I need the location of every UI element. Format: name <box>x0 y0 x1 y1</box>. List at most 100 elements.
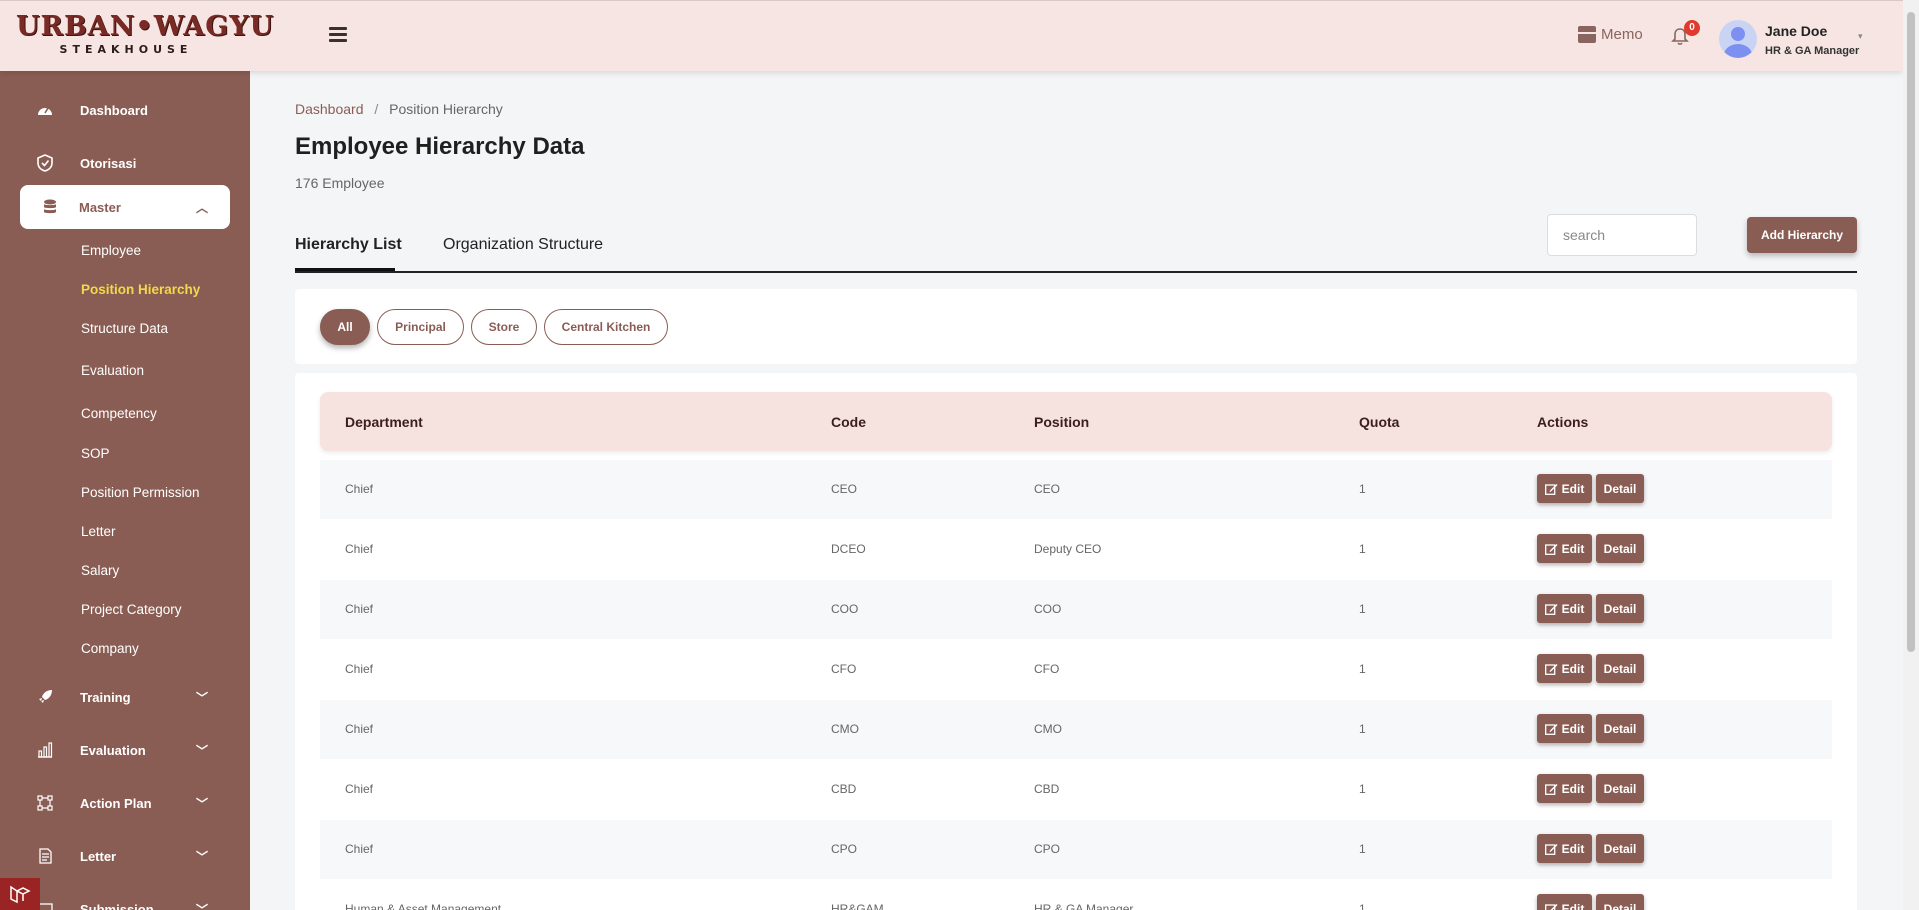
add-hierarchy-button[interactable]: Add Hierarchy <box>1747 217 1857 253</box>
sidebar-subitem-company[interactable]: Company <box>81 641 139 656</box>
edit-button[interactable]: Edit <box>1537 894 1592 910</box>
top-bar: URBAN•WAGYU STEAKHOUSE Memo 0 Jane Doe H… <box>0 0 1903 71</box>
detail-button[interactable]: Detail <box>1596 774 1644 803</box>
filter-all-button[interactable]: All <box>320 309 370 345</box>
box-icon <box>1578 26 1596 43</box>
edit-label: Edit <box>1561 721 1585 736</box>
column-header-actions: Actions <box>1537 414 1589 430</box>
table-row: Chief CMO CMO 1 Edit Detail <box>320 700 1832 759</box>
sidebar-item-submission[interactable]: Submission ﹀ <box>36 900 214 910</box>
edit-icon <box>1544 483 1558 495</box>
detail-label: Detail <box>1603 781 1637 796</box>
tab-hierarchy-list[interactable]: Hierarchy List <box>295 236 402 254</box>
memo-label: Memo <box>1601 26 1643 43</box>
user-menu-caret-icon[interactable]: ▾ <box>1858 31 1863 42</box>
cell-code: HR&GAM <box>831 902 884 910</box>
cell-department: Chief <box>345 662 374 676</box>
cell-department: Chief <box>345 722 374 736</box>
edit-icon <box>1544 723 1558 735</box>
detail-button[interactable]: Detail <box>1596 534 1644 563</box>
edit-button[interactable]: Edit <box>1537 774 1592 803</box>
search-input[interactable] <box>1547 214 1697 256</box>
sidebar-item-dashboard[interactable]: Dashboard <box>36 101 148 119</box>
user-name[interactable]: Jane Doe <box>1765 23 1827 39</box>
scrollbar-thumb[interactable] <box>1907 12 1915 652</box>
bar-chart-icon <box>36 741 54 759</box>
sidebar-item-label: Letter <box>80 848 117 864</box>
table-row: Human & Asset Management HR&GAM HR & GA Ma… <box>320 880 1832 910</box>
cell-department: Chief <box>345 842 374 856</box>
edit-icon <box>1544 843 1558 855</box>
sidebar-subitem-competency[interactable]: Competency <box>81 406 157 421</box>
framework-logo-icon[interactable] <box>0 878 40 910</box>
sidebar-subitem-project-category[interactable]: Project Category <box>81 602 182 617</box>
page-scrollbar[interactable] <box>1903 0 1919 910</box>
detail-button[interactable]: Detail <box>1596 594 1644 623</box>
hierarchy-table: Department Code Position Quota Actions C… <box>295 373 1857 910</box>
edit-label: Edit <box>1561 661 1585 676</box>
sidebar-item-action-plan[interactable]: Action Plan ﹀ <box>36 794 214 812</box>
chevron-down-icon: ﹀ <box>196 743 209 758</box>
table-row: Chief CBD CBD 1 Edit Detail <box>320 760 1832 819</box>
detail-button[interactable]: Detail <box>1596 834 1644 863</box>
sidebar-subitem-position-permission[interactable]: Position Permission <box>81 485 200 500</box>
detail-label: Detail <box>1603 841 1637 856</box>
tab-organization-structure[interactable]: Organization Structure <box>443 236 603 254</box>
breadcrumb-separator: / <box>374 101 379 117</box>
filter-principal-button[interactable]: Principal <box>377 309 464 345</box>
chevron-up-icon: ︿ <box>196 200 209 215</box>
sidebar-item-otorisasi[interactable]: Otorisasi <box>36 154 136 172</box>
sidebar-subitem-employee[interactable]: Employee <box>81 243 141 258</box>
edit-button[interactable]: Edit <box>1537 474 1592 503</box>
filter-central-kitchen-button[interactable]: Central Kitchen <box>544 309 668 345</box>
rocket-icon <box>36 688 54 706</box>
breadcrumb-current: Position Hierarchy <box>389 101 503 117</box>
cell-position: COO <box>1034 602 1062 616</box>
sidebar-item-training[interactable]: Training ﹀ <box>36 688 214 706</box>
notification-button[interactable]: 0 <box>1671 20 1700 46</box>
cell-position: CMO <box>1034 722 1062 736</box>
sidebar-item-label: Master <box>79 199 121 215</box>
edit-button[interactable]: Edit <box>1537 594 1592 623</box>
detail-label: Detail <box>1603 661 1637 676</box>
edit-button[interactable]: Edit <box>1537 654 1592 683</box>
detail-button[interactable]: Detail <box>1596 474 1644 503</box>
cell-department: Chief <box>345 542 374 556</box>
cell-code: CFO <box>831 662 857 676</box>
column-header-code: Code <box>831 414 866 430</box>
sidebar-subitem-evaluation[interactable]: Evaluation <box>81 363 144 378</box>
edit-button[interactable]: Edit <box>1537 534 1592 563</box>
sidebar-subitem-letter[interactable]: Letter <box>81 524 116 539</box>
cell-code: CPO <box>831 842 858 856</box>
sidebar-subitem-salary[interactable]: Salary <box>81 563 119 578</box>
sidebar-item-label: Submission <box>80 901 154 910</box>
sidebar-item-label: Action Plan <box>80 795 152 811</box>
sidebar-subitem-structure-data[interactable]: Structure Data <box>81 321 168 336</box>
detail-button[interactable]: Detail <box>1596 654 1644 683</box>
user-avatar[interactable] <box>1719 20 1757 58</box>
edit-button[interactable]: Edit <box>1537 714 1592 743</box>
chevron-down-icon: ﹀ <box>196 849 209 864</box>
edit-button[interactable]: Edit <box>1537 834 1592 863</box>
breadcrumb-dashboard-link[interactable]: Dashboard <box>295 101 364 117</box>
sidebar-item-letter[interactable]: Letter ﹀ <box>36 847 214 865</box>
detail-button[interactable]: Detail <box>1596 714 1644 743</box>
detail-button[interactable]: Detail <box>1596 894 1644 910</box>
cell-position: CFO <box>1034 662 1060 676</box>
menu-toggle-icon[interactable] <box>329 27 347 43</box>
sidebar-subitem-position-hierarchy[interactable]: Position Hierarchy <box>81 282 200 297</box>
sidebar-item-evaluation[interactable]: Evaluation ﹀ <box>36 741 214 759</box>
sidebar-item-label: Dashboard <box>80 102 148 118</box>
detail-label: Detail <box>1603 541 1637 556</box>
filter-store-button[interactable]: Store <box>471 309 537 345</box>
cell-department: Human & Asset Management <box>345 902 502 910</box>
memo-button[interactable]: Memo <box>1578 26 1643 43</box>
cell-quota: 1 <box>1359 662 1366 676</box>
table-header: Department Code Position Quota Actions <box>320 392 1832 451</box>
chevron-down-icon: ﹀ <box>196 902 209 910</box>
detail-label: Detail <box>1603 601 1637 616</box>
sidebar-item-master[interactable]: Master ︿ <box>20 185 230 229</box>
brand-logo[interactable]: URBAN•WAGYU STEAKHOUSE <box>16 13 273 57</box>
filter-card: All Principal Store Central Kitchen <box>295 289 1857 364</box>
sidebar-subitem-sop[interactable]: SOP <box>81 446 110 461</box>
